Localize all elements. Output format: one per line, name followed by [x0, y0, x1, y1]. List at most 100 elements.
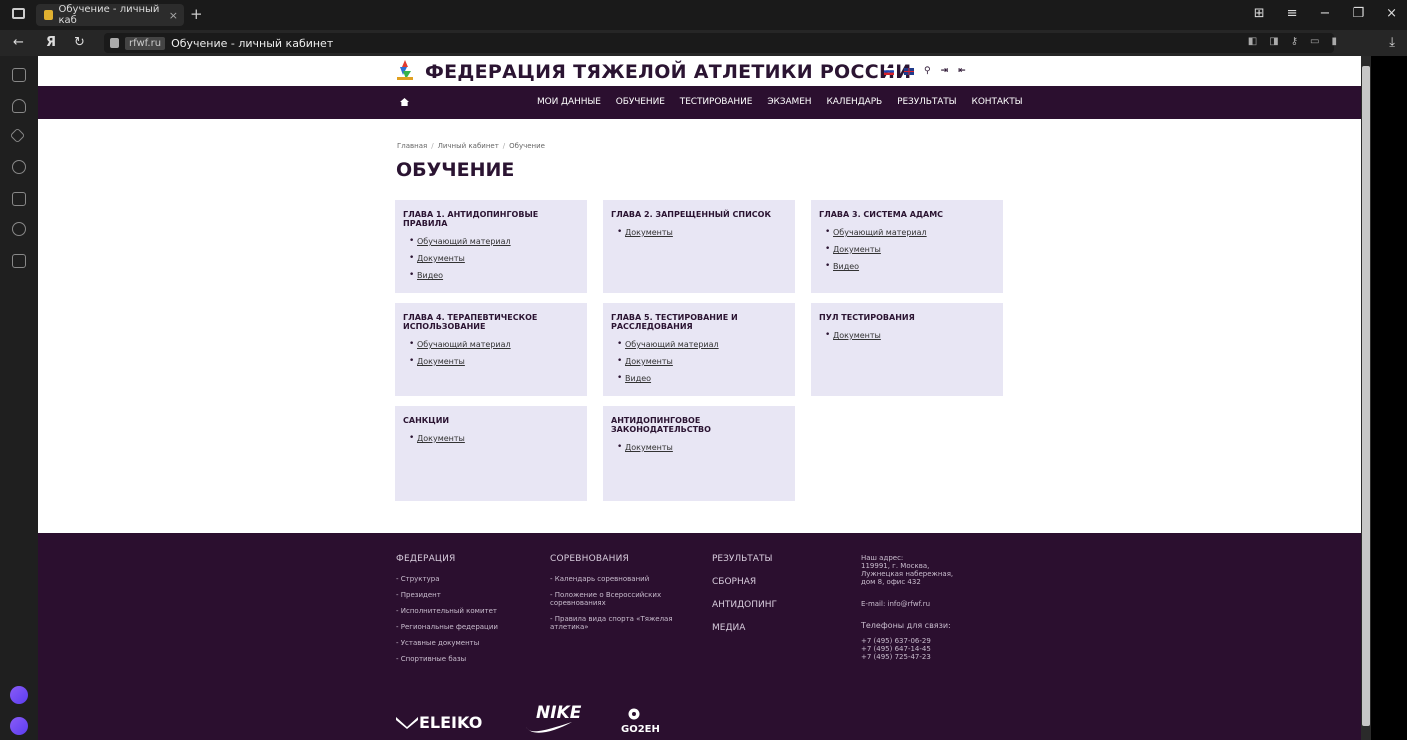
lock-icon — [110, 38, 119, 48]
bookmark-icon[interactable]: ▮ — [1331, 36, 1337, 47]
close-window-icon[interactable]: × — [1386, 6, 1397, 21]
yandex-icon[interactable]: Я — [46, 35, 56, 50]
favorites-icon[interactable] — [9, 127, 26, 144]
footer-contacts: Наш адрес: 119991, г. Москва, Лужнецкая … — [861, 554, 991, 661]
card-link[interactable]: Документы — [403, 356, 579, 366]
nav-contacts[interactable]: КОНТАКТЫ — [972, 97, 1023, 107]
card-link[interactable]: Видео — [403, 270, 579, 280]
phone-number[interactable]: +7 (495) 725-47-23 — [861, 653, 991, 661]
card-title: ГЛАВА 3. СИСТЕМА АДАМС — [819, 210, 944, 219]
flag-ru-icon[interactable] — [884, 67, 894, 75]
footer-link[interactable]: - Уставные документы — [396, 639, 536, 647]
footer-link[interactable]: - Региональные федерации — [396, 623, 536, 631]
notes-icon[interactable] — [12, 254, 26, 268]
restore-icon[interactable]: ❐ — [1352, 6, 1364, 21]
card-link[interactable]: Видео — [819, 261, 995, 271]
new-tab-icon[interactable]: + — [190, 5, 203, 23]
card-link[interactable]: Видео — [611, 373, 787, 383]
notifications-icon[interactable] — [12, 99, 26, 113]
sidebar-toggle-icon[interactable] — [12, 8, 25, 19]
breadcrumb-current: Обучение — [509, 142, 545, 150]
menu-icon[interactable]: ≡ — [1287, 6, 1298, 21]
nav-testing[interactable]: ТЕСТИРОВАНИЕ — [680, 97, 753, 107]
card-link[interactable]: Документы — [819, 244, 995, 254]
card-title: АНТИДОПИНГОВОЕ ЗАКОНОДАТЕЛЬСТВО — [611, 416, 711, 434]
footer-results-link[interactable]: РЕЗУЛЬТАТЫ — [712, 554, 832, 564]
site-title[interactable]: ФЕДЕРАЦИЯ ТЯЖЕЛОЙ АТЛЕТИКИ РОССИИ — [425, 61, 911, 83]
reader-icon[interactable]: ◨ — [1269, 36, 1278, 47]
email-link[interactable]: E-mail: info@rfwf.ru — [861, 600, 991, 608]
footer-link[interactable]: - Правила вида спорта «Тяжелая атлетика» — [550, 615, 680, 631]
card-link[interactable]: Документы — [819, 330, 995, 340]
card-link[interactable]: Документы — [403, 253, 579, 263]
collections-icon[interactable]: ⊞ — [1254, 6, 1265, 21]
address-line: дом 8, офис 432 — [861, 578, 921, 586]
back-icon[interactable]: ← — [13, 35, 24, 50]
breadcrumb-home[interactable]: Главная — [397, 142, 427, 150]
search-icon[interactable]: ⚲ — [924, 66, 931, 76]
footer-sections: РЕЗУЛЬТАТЫ СБОРНАЯ АНТИДОПИНГ МЕДИА — [712, 554, 832, 646]
footer-link[interactable]: - Календарь соревнований — [550, 575, 680, 583]
reload-icon[interactable]: ↻ — [74, 35, 85, 50]
browser-tab[interactable]: Обучение - личный каб × — [36, 4, 184, 26]
card-link[interactable]: Обучающий материал — [403, 339, 579, 349]
card-link[interactable]: Документы — [611, 356, 787, 366]
login-icon[interactable]: ⇥ — [941, 66, 949, 76]
card-link[interactable]: Обучающий материал — [819, 227, 995, 237]
history-icon[interactable] — [12, 160, 26, 174]
services-icon[interactable] — [12, 68, 26, 82]
footer-antidoping-link[interactable]: АНТИДОПИНГ — [712, 600, 832, 610]
scrollbar-thumb[interactable] — [1362, 66, 1370, 726]
card-link[interactable]: Документы — [403, 433, 579, 443]
download-icon[interactable]: ⤓ — [1389, 35, 1395, 50]
footer-link[interactable]: - Структура — [396, 575, 536, 583]
chapter-card: ГЛАВА 4. ТЕРАПЕВТИЧЕСКОЕ ИСПОЛЬЗОВАНИЕ О… — [395, 303, 587, 396]
footer-heading[interactable]: ФЕДЕРАЦИЯ — [396, 554, 536, 564]
card-link[interactable]: Обучающий материал — [403, 236, 579, 246]
nav-my-data[interactable]: МОИ ДАННЫЕ — [537, 97, 601, 107]
nav-calendar[interactable]: КАЛЕНДАРЬ — [826, 97, 882, 107]
sponsor-nike[interactable]: NIKE — [536, 703, 581, 723]
nav-training[interactable]: ОБУЧЕНИЕ — [616, 97, 665, 107]
media-icon[interactable] — [12, 222, 26, 236]
federation-logo-icon[interactable] — [395, 59, 415, 81]
tab-close-icon[interactable]: × — [169, 9, 178, 22]
footer-link[interactable]: - Положение о Всероссийских соревнования… — [550, 591, 680, 607]
assistant-icon[interactable] — [10, 717, 28, 735]
breadcrumb-cabinet[interactable]: Личный кабинет — [438, 142, 499, 150]
sponsor-go2eh[interactable]: GO2EH — [621, 724, 660, 735]
footer-link[interactable]: - Президент — [396, 591, 536, 599]
alice-icon[interactable] — [10, 686, 28, 704]
page-scrollbar[interactable] — [1361, 56, 1371, 740]
phone-number[interactable]: +7 (495) 637-06-29 — [861, 637, 991, 645]
sponsor-eleiko[interactable]: ELEIKO — [419, 713, 482, 732]
key-icon[interactable]: ⚷ — [1291, 36, 1298, 47]
footer-media-link[interactable]: МЕДИА — [712, 623, 832, 633]
tab-favicon-icon — [44, 10, 53, 20]
url-page-title: Обучение - личный кабинет — [171, 36, 334, 50]
card-link[interactable]: Документы — [611, 442, 787, 452]
address-line: 119991, г. Москва, — [861, 562, 930, 570]
minimize-icon[interactable]: − — [1320, 6, 1331, 21]
card-link[interactable]: Обучающий материал — [611, 339, 787, 349]
logout-icon[interactable]: ⇤ — [958, 66, 966, 76]
chapter-card: ПУЛ ТЕСТИРОВАНИЯ Документы — [811, 303, 1003, 396]
footer-link[interactable]: - Спортивные базы — [396, 655, 536, 663]
collections-panel-icon[interactable] — [12, 192, 26, 206]
home-icon[interactable] — [400, 98, 409, 106]
url-field[interactable]: rfwf.ru Обучение - личный кабинет — [104, 33, 1334, 53]
phones-label: Телефоны для связи: — [861, 621, 951, 630]
tablet-icon[interactable]: ▭ — [1310, 36, 1319, 47]
window-controls: ⊞ ≡ − ❐ × — [1254, 6, 1397, 21]
nav-items: МОИ ДАННЫЕ ОБУЧЕНИЕ ТЕСТИРОВАНИЕ ЭКЗАМЕН… — [537, 97, 1023, 107]
phone-number[interactable]: +7 (495) 647-14-45 — [861, 645, 991, 653]
card-link[interactable]: Документы — [611, 227, 787, 237]
nav-results[interactable]: РЕЗУЛЬТАТЫ — [897, 97, 957, 107]
footer-team-link[interactable]: СБОРНАЯ — [712, 577, 832, 587]
flag-en-icon[interactable] — [904, 67, 914, 75]
footer-link[interactable]: - Исполнительный комитет — [396, 607, 536, 615]
translate-icon[interactable]: ◧ — [1248, 36, 1257, 47]
footer-heading[interactable]: СОРЕВНОВАНИЯ — [550, 554, 680, 564]
nav-exam[interactable]: ЭКЗАМЕН — [767, 97, 811, 107]
header-tools: ⚲ ⇥ ⇤ — [884, 66, 966, 76]
